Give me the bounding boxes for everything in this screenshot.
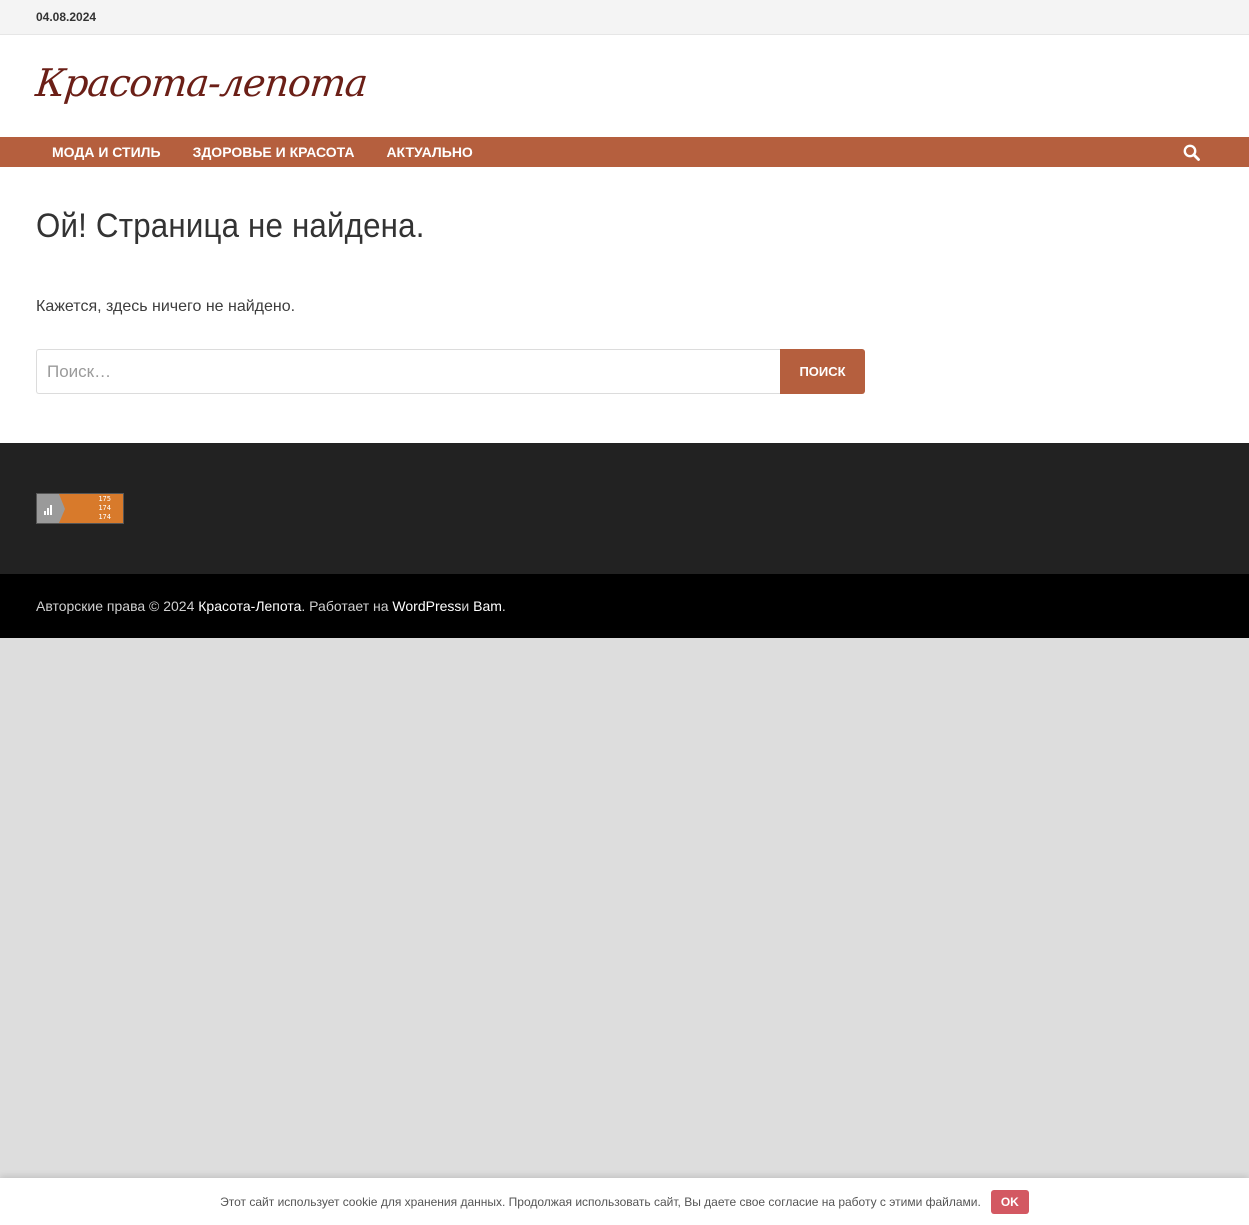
nav-search-button[interactable] xyxy=(1176,137,1206,167)
counter-bars-icon xyxy=(37,494,65,523)
wordpress-link[interactable]: WordPress xyxy=(392,598,461,614)
site-link[interactable]: Красота-Лепота xyxy=(198,598,301,614)
powered-prefix: . Работает на xyxy=(301,598,389,614)
counter-visits: 174 xyxy=(98,504,111,512)
search-form: Поиск xyxy=(36,349,1213,394)
footer-widgets: 175 174 174 xyxy=(0,443,1249,574)
nav-item-fashion[interactable]: Мода и стиль xyxy=(36,137,177,167)
visit-counter[interactable]: 175 174 174 xyxy=(36,493,124,524)
current-date: 04.08.2024 xyxy=(36,10,97,24)
cookie-accept-button[interactable]: OK xyxy=(990,1189,1029,1214)
counter-views: 175 xyxy=(98,495,111,503)
nav-item-health-beauty[interactable]: Здоровье и красота xyxy=(177,137,371,167)
page-title: Ой! Страница не найдена. xyxy=(36,207,425,245)
main-navigation: Мода и стиль Здоровье и красота Актуальн… xyxy=(0,137,1249,167)
counter-values: 175 174 174 xyxy=(59,494,123,523)
nav-menu: Мода и стиль Здоровье и красота Актуальн… xyxy=(36,137,489,167)
and-text: и xyxy=(461,598,470,614)
nav-item-actual[interactable]: Актуально xyxy=(370,137,488,167)
theme-link[interactable]: Bam xyxy=(473,598,502,614)
search-submit-button[interactable]: Поиск xyxy=(780,349,865,394)
copyright-prefix: Авторские права © 2024 xyxy=(36,598,195,614)
not-found-message: Кажется, здесь ничего не найдено. xyxy=(36,298,296,315)
footer-copyright: Авторские права © 2024 Красота-Лепота. Р… xyxy=(0,574,1249,638)
period: . xyxy=(501,598,506,614)
top-bar: 04.08.2024 xyxy=(0,0,1249,35)
site-logo[interactable]: Красота-лепота xyxy=(34,61,369,105)
main-content: Ой! Страница не найдена. Кажется, здесь … xyxy=(0,167,1249,443)
cookie-notice: Этот сайт использует cookie для хранения… xyxy=(0,1178,1249,1225)
site-header: Красота-лепота xyxy=(0,35,1249,137)
cookie-text: Этот сайт использует cookie для хранения… xyxy=(220,1194,981,1209)
counter-visitors: 174 xyxy=(98,513,111,521)
search-input[interactable] xyxy=(36,349,780,394)
search-icon xyxy=(1183,144,1200,161)
